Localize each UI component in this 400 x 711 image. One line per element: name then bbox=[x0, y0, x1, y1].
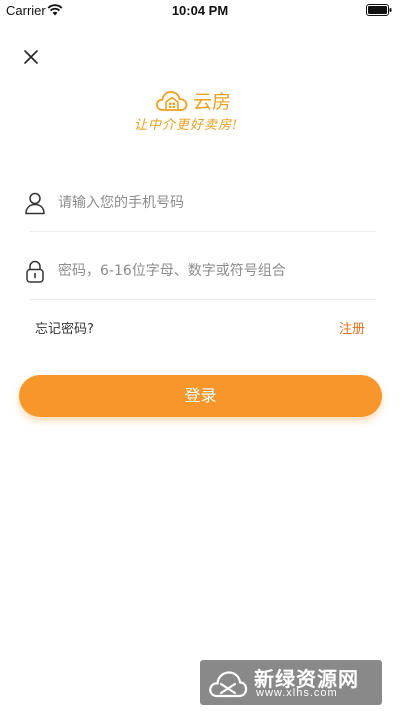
status-time: 10:04 PM bbox=[171, 3, 229, 18]
divider bbox=[30, 299, 376, 300]
logo-slogan: 让中介更好卖房! bbox=[134, 118, 239, 133]
password-input[interactable] bbox=[58, 258, 368, 284]
password-field[interactable] bbox=[22, 244, 376, 300]
close-button[interactable] bbox=[20, 46, 42, 68]
watermark-url: www.xlhs.com bbox=[256, 687, 338, 699]
app-logo: 云房 让中介更好卖房! bbox=[134, 86, 280, 136]
cloud-mail-icon bbox=[209, 671, 248, 698]
lock-icon bbox=[26, 260, 44, 283]
divider bbox=[30, 231, 376, 232]
cloud-house-icon bbox=[156, 91, 188, 111]
watermark: 新绿资源网 www.xlhs.com bbox=[200, 660, 382, 705]
forgot-password-link[interactable]: 忘记密码? bbox=[35, 318, 94, 337]
phone-field[interactable] bbox=[22, 176, 376, 232]
phone-input[interactable] bbox=[58, 190, 368, 216]
close-icon bbox=[24, 50, 38, 64]
user-icon bbox=[25, 192, 45, 215]
register-link[interactable]: 注册 bbox=[339, 318, 365, 337]
login-button[interactable]: 登录 bbox=[19, 375, 382, 417]
status-bar: Carrier 10:04 PM bbox=[0, 0, 400, 22]
battery-icon bbox=[366, 4, 392, 16]
logo-name: 云房 bbox=[193, 91, 232, 113]
